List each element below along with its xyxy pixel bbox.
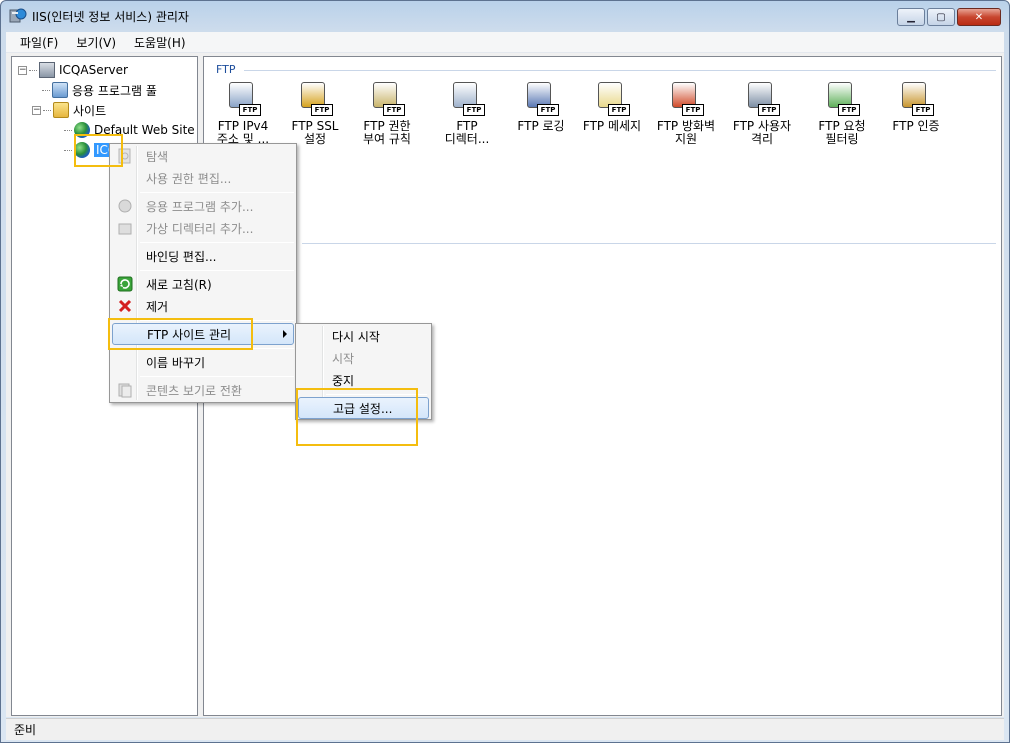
menu-item-browse[interactable]: 탐색 — [112, 145, 294, 167]
submenu-item-start[interactable]: 시작 — [298, 347, 429, 369]
feature-9[interactable]: FTP FTP 인증 — [882, 82, 950, 133]
ftp-badge-icon: FTP — [758, 104, 780, 116]
annotation-highlight — [296, 388, 418, 446]
submenu-arrow-icon — [283, 330, 287, 338]
feature-label: 격리 — [750, 132, 774, 146]
status-text: 준비 — [14, 723, 37, 737]
ftp-badge-icon: FTP — [537, 104, 559, 116]
menu-file[interactable]: 파일(F) — [20, 34, 58, 51]
feature-1[interactable]: FTP FTP SSL 설정 — [281, 82, 349, 146]
ftp-badge-icon: FTP — [682, 104, 704, 116]
menu-help[interactable]: 도움말(H) — [134, 34, 186, 51]
feature-label: FTP 인증 — [892, 119, 940, 133]
tree-label-app-pools: 응용 프로그램 풀 — [72, 83, 157, 98]
feature-4[interactable]: FTP FTP 로깅 — [507, 82, 575, 133]
close-button[interactable]: ✕ — [957, 8, 1001, 26]
content-view-icon — [117, 382, 133, 398]
feature-label: 필터링 — [825, 132, 859, 146]
log-book-icon: FTP — [523, 82, 559, 118]
menu-item-edit-permissions[interactable]: 사용 권한 편집... — [112, 167, 294, 189]
ftp-badge-icon: FTP — [311, 104, 333, 116]
feature-2[interactable]: FTP FTP 권한 부여 규칙 — [353, 82, 421, 146]
group-divider — [244, 70, 996, 71]
menu-bar: 파일(F) 보기(V) 도움말(H) — [6, 32, 1004, 53]
context-menu: 탐색 사용 권한 편집... 응용 프로그램 추가... 가상 디렉터리 추가.… — [109, 143, 297, 403]
delete-x-icon — [117, 298, 133, 314]
feature-label: 디렉터... — [444, 132, 490, 146]
server-icon — [39, 62, 55, 78]
group-divider — [302, 243, 996, 244]
menu-item-refresh[interactable]: 새로 고침(R) — [112, 273, 294, 295]
menu-item-remove[interactable]: 제거 — [112, 295, 294, 317]
menu-view[interactable]: 보기(V) — [76, 34, 116, 51]
tree-label-server: ICQAServer — [59, 63, 128, 77]
collapse-icon[interactable]: − — [32, 105, 41, 115]
ftp-badge-icon: FTP — [912, 104, 934, 116]
app-pool-icon — [52, 82, 68, 98]
tree-node-server[interactable]: − ICQAServer — [18, 61, 128, 79]
annotation-highlight — [74, 134, 123, 167]
folder-icon — [53, 102, 69, 118]
menu-item-add-virtual-directory[interactable]: 가상 디렉터리 추가... — [112, 217, 294, 239]
tree-node-app-pools[interactable]: 응용 프로그램 풀 — [42, 81, 157, 99]
title-bar: IIS(인터넷 정보 서비스) 관리자 ▁ ▢ ✕ — [1, 1, 1009, 31]
ftp-badge-icon: FTP — [608, 104, 630, 116]
menu-item-switch-content-view[interactable]: 콘텐츠 보기로 전환 — [112, 379, 294, 401]
refresh-icon — [117, 276, 133, 292]
collapse-icon[interactable]: − — [18, 65, 27, 75]
feature-0[interactable]: FTP FTP IPv4 주소 및 ... — [209, 82, 277, 146]
feature-label: FTP 로깅 — [517, 119, 565, 133]
tree-node-sites[interactable]: − 사이트 — [32, 101, 106, 119]
group-header-ftp: FTP — [216, 63, 236, 76]
feature-label: 부여 규칙 — [363, 132, 411, 146]
tree-label-sites: 사이트 — [73, 103, 107, 118]
window-title: IIS(인터넷 정보 서비스) 관리자 — [32, 9, 189, 24]
feature-3[interactable]: FTP FTP 디렉터... — [433, 82, 501, 146]
menu-item-rename[interactable]: 이름 바꾸기 — [112, 351, 294, 373]
submenu-item-restart[interactable]: 다시 시작 — [298, 325, 429, 347]
menu-item-add-application[interactable]: 응용 프로그램 추가... — [112, 195, 294, 217]
feature-7[interactable]: FTP FTP 사용자 격리 — [728, 82, 796, 146]
menu-item-edit-bindings[interactable]: 바인딩 편집... — [112, 245, 294, 267]
ftp-badge-icon: FTP — [838, 104, 860, 116]
iis-app-icon — [9, 7, 27, 25]
add-application-icon — [117, 198, 133, 214]
lock-icon: FTP — [297, 82, 333, 118]
feature-label: FTP 메세지 — [582, 119, 642, 133]
feature-8[interactable]: FTP FTP 요청 필터링 — [808, 82, 876, 146]
user-isolation-icon: FTP — [744, 82, 780, 118]
feature-6[interactable]: FTP FTP 방화벽 지원 — [652, 82, 720, 146]
ftp-badge-icon: FTP — [463, 104, 485, 116]
authentication-icon: FTP — [898, 82, 934, 118]
ftp-badge-icon: FTP — [383, 104, 405, 116]
network-computer-icon: FTP — [225, 82, 261, 118]
add-virtual-directory-icon — [117, 220, 133, 236]
firewall-icon: FTP — [668, 82, 704, 118]
feature-5[interactable]: FTP FTP 메세지 — [578, 82, 646, 133]
annotation-highlight — [108, 318, 253, 350]
feature-label: 지원 — [674, 132, 698, 146]
directory-browse-icon: FTP — [449, 82, 485, 118]
ftp-badge-icon: FTP — [239, 104, 261, 116]
minimize-button[interactable]: ▁ — [897, 8, 925, 26]
request-filter-icon: FTP — [824, 82, 860, 118]
maximize-button[interactable]: ▢ — [927, 8, 955, 26]
status-bar: 준비 — [6, 718, 1004, 740]
message-doc-icon: FTP — [594, 82, 630, 118]
key-icon: FTP — [369, 82, 405, 118]
